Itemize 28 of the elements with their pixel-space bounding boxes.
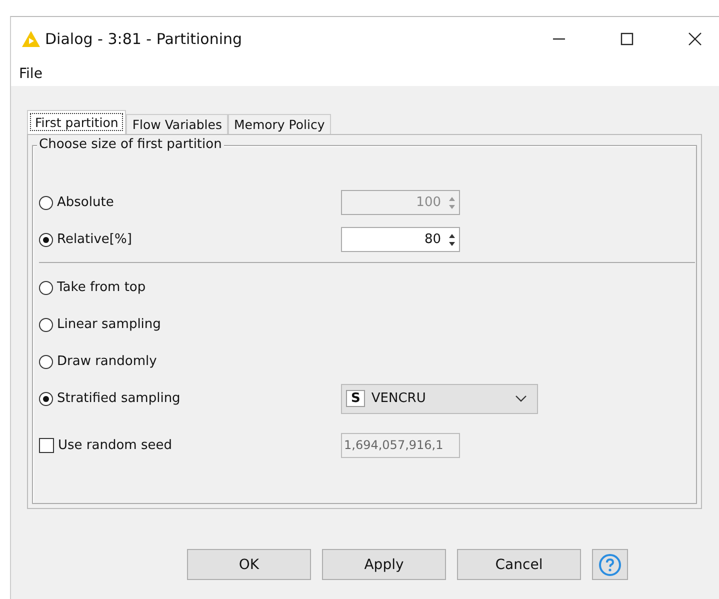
column-dropdown[interactable]: S VENCRU — [341, 384, 538, 414]
number-spinner[interactable]: 80 — [341, 227, 460, 252]
option-label: Stratified sampling — [57, 391, 180, 406]
option-label: Linear sampling — [57, 317, 161, 332]
tab[interactable]: First partition — [27, 110, 126, 134]
dialog-button[interactable]: Apply — [322, 549, 446, 580]
group-title: Choose size of first partition — [37, 137, 224, 152]
tab[interactable]: Memory Policy — [228, 114, 331, 134]
dialog-button[interactable]: Cancel — [457, 549, 581, 580]
radio-button[interactable] — [39, 318, 53, 332]
radio-button[interactable] — [39, 232, 53, 246]
option-label: Relative[%] — [57, 232, 132, 247]
radio-button[interactable] — [39, 280, 53, 294]
radio-button[interactable] — [39, 354, 53, 368]
option-label: Take from top — [57, 280, 146, 295]
app-logo-icon — [21, 30, 41, 48]
radio-button[interactable] — [39, 392, 53, 406]
help-button[interactable] — [592, 549, 628, 580]
tab[interactable]: Flow Variables — [126, 114, 228, 134]
close-icon[interactable] — [688, 32, 702, 46]
maximize-icon[interactable] — [620, 32, 634, 46]
dialog-button[interactable]: OK — [187, 549, 311, 580]
option-label: Absolute — [57, 195, 114, 210]
menu-item[interactable]: File — [19, 66, 42, 82]
help-icon — [598, 552, 622, 576]
option-label: Draw randomly — [57, 354, 157, 369]
option-label: Use random seed — [58, 438, 172, 453]
window-title: Dialog - 3:81 - Partitioning — [45, 30, 242, 48]
